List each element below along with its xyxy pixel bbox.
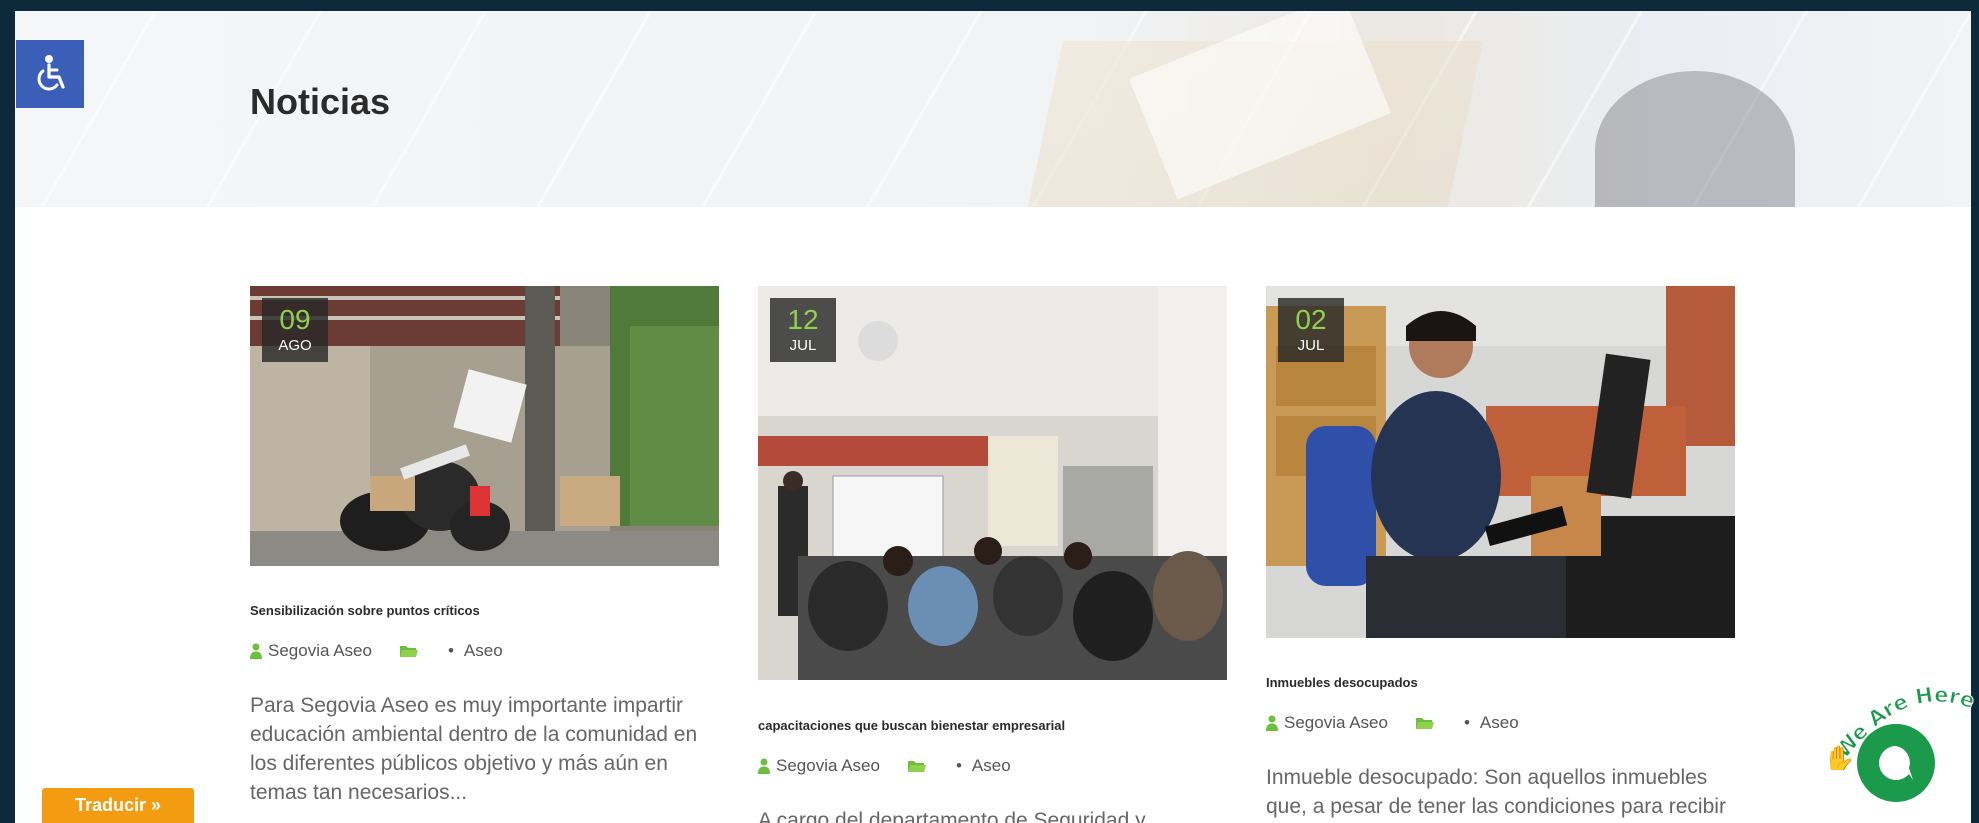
- date-badge: 09 AGO: [262, 298, 328, 362]
- chat-button[interactable]: [1857, 724, 1935, 802]
- chat-widget[interactable]: We Are Here! ✋: [1800, 680, 1978, 810]
- wave-hand-icon: ✋: [1823, 744, 1855, 770]
- date-day: 12: [787, 304, 819, 335]
- accessibility-button[interactable]: [16, 40, 84, 108]
- date-day: 02: [1295, 304, 1327, 335]
- wheelchair-icon: [37, 55, 65, 91]
- page-title: Noticias: [250, 81, 391, 122]
- user-icon: [1266, 715, 1278, 731]
- user-icon: [758, 758, 770, 774]
- bullet-dot: •: [1463, 713, 1470, 732]
- page-header-banner: Noticias: [15, 11, 1971, 207]
- date-month: JUL: [789, 337, 817, 354]
- page: Noticias 09 AGO Sensibilización sobre pu…: [15, 11, 1971, 823]
- translate-button[interactable]: Traducir »: [42, 788, 194, 823]
- bullet-dot: •: [447, 641, 454, 660]
- news-meta: Segovia Aseo • Aseo: [758, 756, 1011, 776]
- news-thumbnail[interactable]: 09 AGO: [250, 286, 719, 566]
- date-month: AGO: [278, 337, 312, 354]
- news-card[interactable]: 12 JUL capacitaciones que buscan bienest…: [758, 286, 1227, 823]
- author-link[interactable]: Segovia Aseo: [776, 756, 880, 776]
- date-badge: 02 JUL: [1278, 298, 1344, 362]
- news-thumbnail[interactable]: 12 JUL: [758, 286, 1227, 680]
- author-link[interactable]: Segovia Aseo: [268, 641, 372, 661]
- news-excerpt: A cargo del departamento de Seguridad y: [758, 809, 1146, 823]
- date-month: JUL: [1297, 337, 1325, 354]
- news-thumbnail[interactable]: 02 JUL: [1266, 286, 1735, 638]
- news-title-link[interactable]: Sensibilización sobre puntos críticos: [250, 603, 480, 618]
- news-title-link[interactable]: Inmuebles desocupados: [1266, 675, 1418, 690]
- news-title-link[interactable]: capacitaciones que buscan bienestar empr…: [758, 718, 1065, 733]
- folder-icon: [1415, 716, 1434, 730]
- author-link[interactable]: Segovia Aseo: [1284, 713, 1388, 733]
- date-badge: 12 JUL: [770, 298, 836, 362]
- folder-icon: [907, 759, 926, 773]
- chat-bubble-icon: [1879, 746, 1913, 780]
- category-link[interactable]: Aseo: [972, 756, 1011, 776]
- bullet-dot: •: [955, 756, 962, 775]
- news-meta: Segovia Aseo • Aseo: [1266, 713, 1519, 733]
- news-excerpt: Inmueble desocupado: Son aquellos inmueb…: [1266, 766, 1726, 818]
- news-meta: Segovia Aseo • Aseo: [250, 641, 503, 661]
- folder-icon: [399, 644, 418, 658]
- news-excerpt: Para Segovia Aseo es muy importante impa…: [250, 694, 698, 804]
- category-link[interactable]: Aseo: [1480, 713, 1519, 733]
- news-card[interactable]: 09 AGO Sensibilización sobre puntos crít…: [250, 286, 719, 804]
- date-day: 09: [279, 304, 311, 335]
- news-card[interactable]: 02 JUL Inmuebles desocupados Segovia Ase…: [1266, 286, 1735, 818]
- user-icon: [250, 643, 262, 659]
- category-link[interactable]: Aseo: [464, 641, 503, 661]
